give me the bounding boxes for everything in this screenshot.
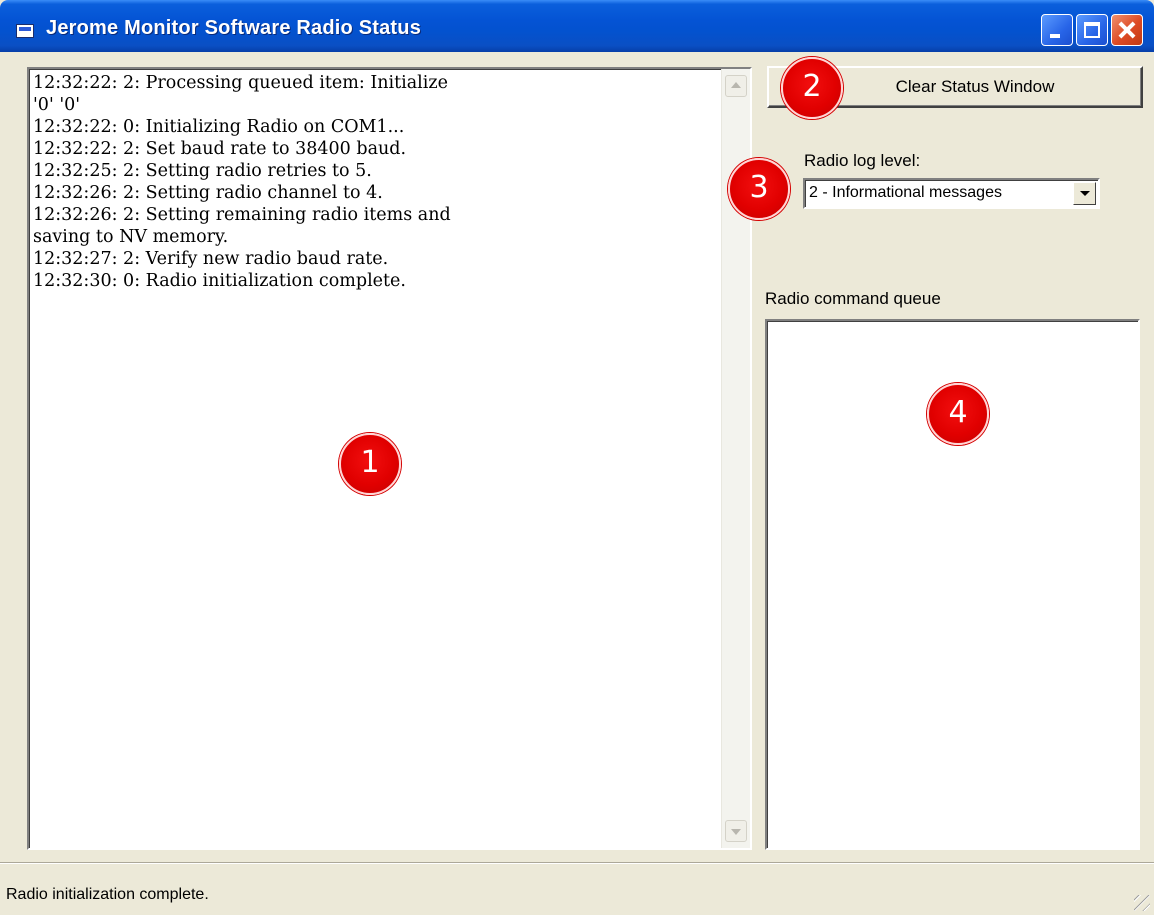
status-log-text: 12:32:22: 2: Processing queued item: Ini…: [33, 72, 723, 292]
radio-status-window: Jerome Monitor Software Radio Status 12:…: [0, 0, 1154, 915]
scroll-down-arrow-icon[interactable]: [725, 820, 747, 842]
app-icon: [16, 24, 34, 38]
callout-marker-4: 4: [927, 383, 989, 445]
log-line: 12:32:25: 2: Setting radio retries to 5.: [33, 161, 372, 181]
log-line: '0' '0': [33, 95, 81, 115]
callout-marker-2: 2: [781, 57, 843, 119]
log-line: 12:32:22: 2: Processing queued item: Ini…: [33, 73, 448, 93]
dropdown-arrow-icon[interactable]: [1073, 182, 1096, 205]
command-queue-label: Radio command queue: [765, 289, 941, 308]
log-level-label: Radio log level:: [804, 151, 921, 170]
window-title: Jerome Monitor Software Radio Status: [46, 17, 422, 39]
resize-grip-icon[interactable]: [1134, 895, 1150, 911]
log-line: 12:32:22: 0: Initializing Radio on COM1.…: [33, 117, 405, 137]
scroll-up-arrow-icon[interactable]: [725, 75, 747, 97]
title-bar[interactable]: Jerome Monitor Software Radio Status: [0, 0, 1154, 52]
status-bar: Radio initialization complete.: [0, 862, 1154, 915]
maximize-button[interactable]: [1076, 14, 1108, 46]
close-button[interactable]: [1111, 14, 1143, 46]
minimize-button[interactable]: [1041, 14, 1073, 46]
callout-marker-3: 3: [728, 158, 790, 220]
callout-marker-1: 1: [339, 433, 401, 495]
log-line: 12:32:22: 2: Set baud rate to 38400 baud…: [33, 139, 407, 159]
log-line: saving to NV memory.: [33, 227, 229, 247]
log-line: 12:32:26: 2: Setting remaining radio ite…: [33, 205, 451, 225]
log-line: 12:32:26: 2: Setting radio channel to 4.: [33, 183, 383, 203]
log-level-value: 2 - Informational messages: [809, 184, 1002, 201]
log-line: 12:32:30: 0: Radio initialization comple…: [33, 271, 406, 291]
log-line: 12:32:27: 2: Verify new radio baud rate.: [33, 249, 389, 269]
status-bar-text: Radio initialization complete.: [6, 886, 209, 903]
log-level-select[interactable]: 2 - Informational messages: [803, 178, 1100, 209]
